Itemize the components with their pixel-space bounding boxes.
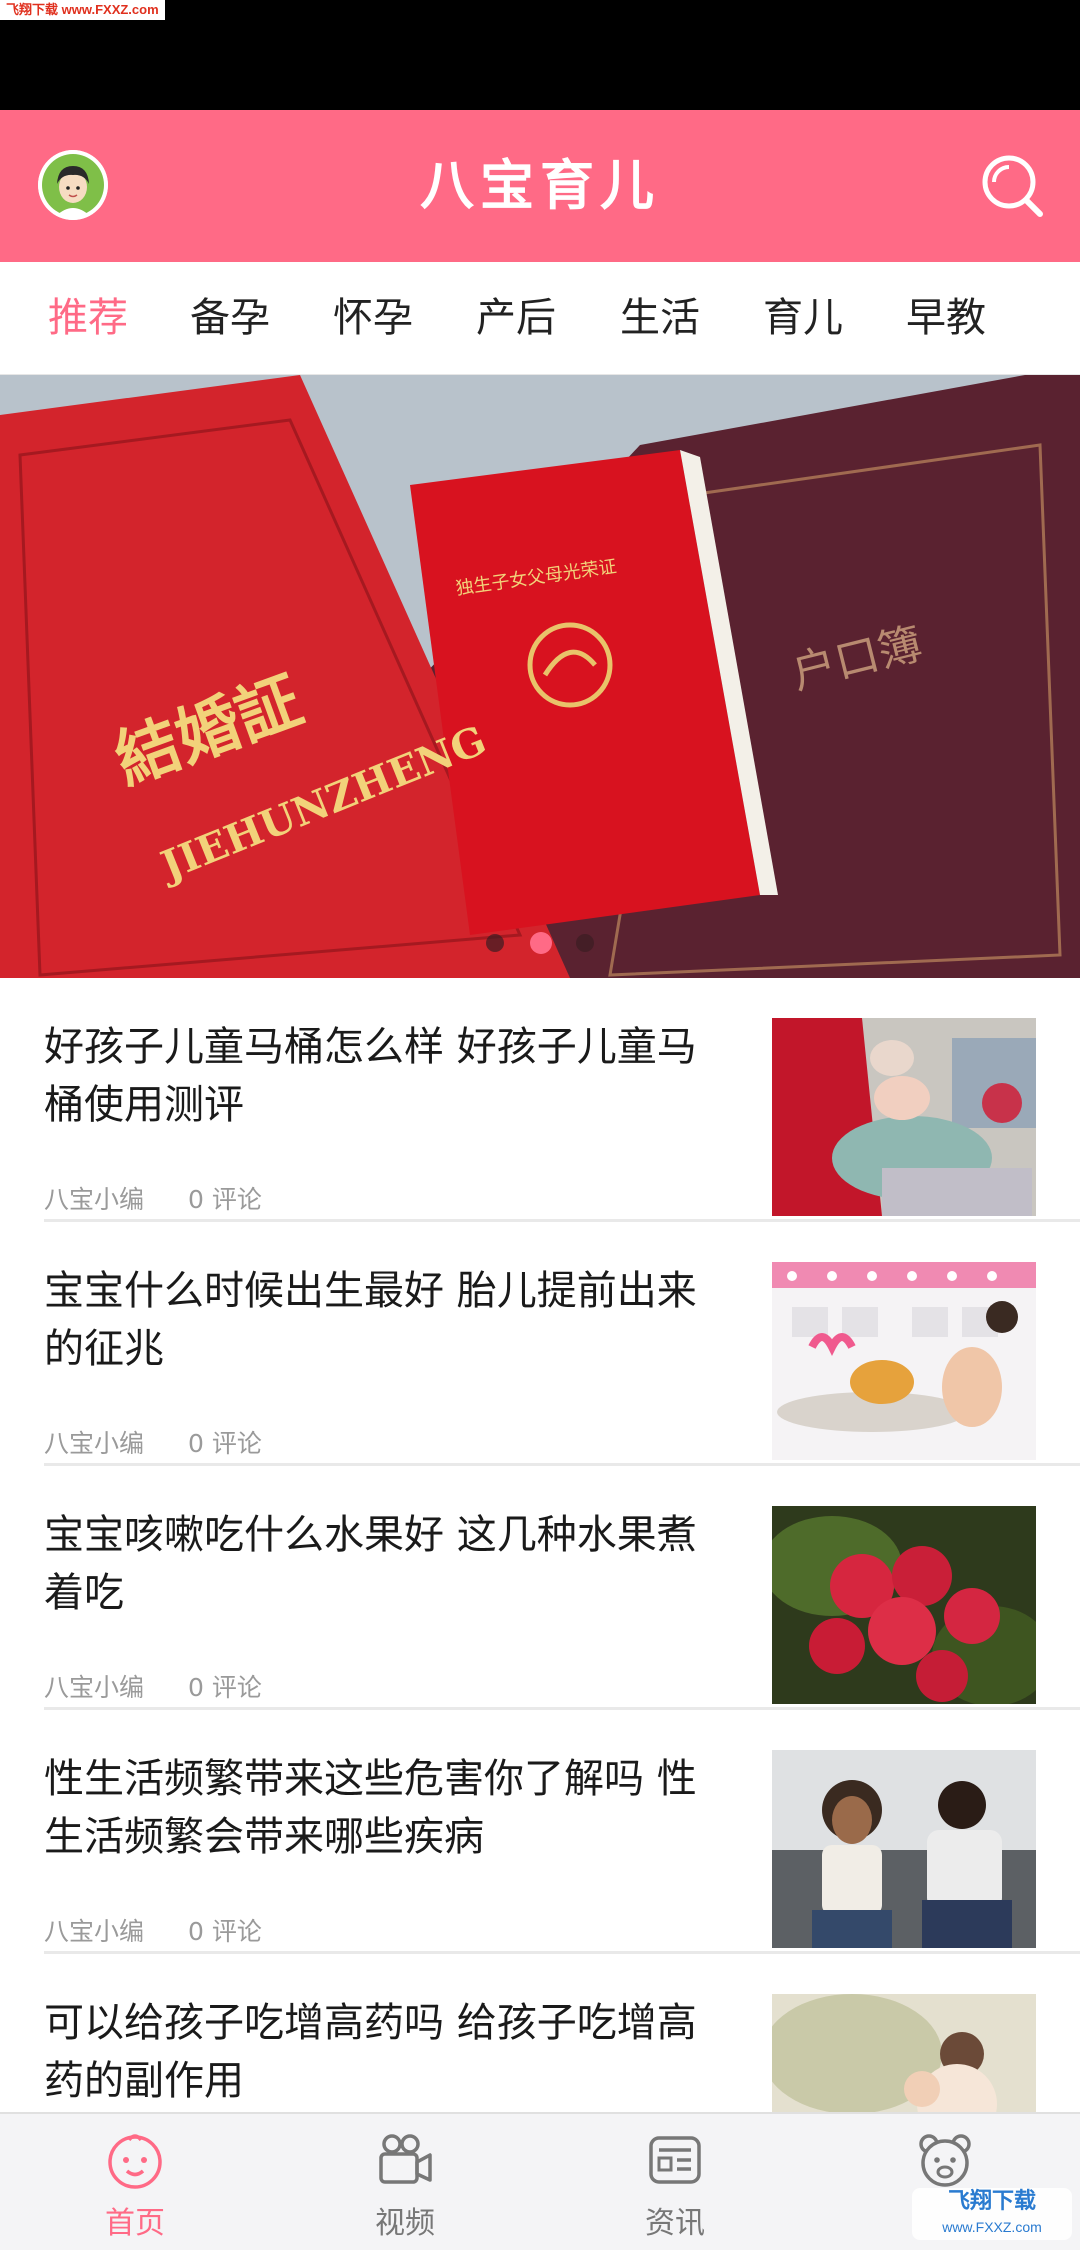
article-author: 八宝小编: [44, 1917, 145, 1946]
baby-face-icon: [108, 2134, 162, 2189]
article-comments: 0 评论: [187, 1917, 262, 1946]
article-title: 宝宝咳嗽吃什么水果好 这几种水果煮着吃: [44, 1512, 697, 1616]
article-thumbnail: [772, 1994, 1036, 2113]
article-author: 八宝小编: [44, 1673, 145, 1702]
nav-video-label: 视频: [375, 2206, 435, 2241]
video-camera-icon: [379, 2134, 432, 2184]
article-thumbnail: [772, 1262, 1036, 1460]
tab-parenting[interactable]: 育儿: [743, 262, 863, 374]
tab-life[interactable]: 生活: [600, 262, 720, 374]
article-title: 可以给孩子吃增高药吗 给孩子吃增高药的副作用: [44, 2000, 697, 2104]
tab-recommend[interactable]: 推荐: [28, 262, 148, 374]
bear-icon: [919, 2134, 971, 2187]
article-author: 八宝小编: [44, 1185, 145, 1214]
nav-video[interactable]: 视频: [270, 2114, 540, 2250]
article-comments: 0 评论: [187, 1429, 262, 1458]
article-meta: 八宝小编 0 评论: [44, 1912, 298, 1948]
article-meta: 八宝小编 0 评论: [44, 1668, 298, 1704]
list-item[interactable]: 宝宝什么时候出生最好 胎儿提前出来的征兆 八宝小编 0 评论: [0, 1222, 1080, 1466]
tab-pregnancy[interactable]: 怀孕: [313, 262, 433, 374]
search-icon: [982, 155, 1043, 217]
carousel-dots: [476, 931, 606, 955]
nav-home[interactable]: 首页: [0, 2114, 270, 2250]
article-list: 好孩子儿童马桶怎么样 好孩子儿童马桶使用测评 八宝小编 0 评论 宝宝什么时候出…: [0, 978, 1080, 2113]
app-header: 八宝育儿: [0, 110, 1080, 262]
search-button[interactable]: [978, 152, 1046, 220]
list-item[interactable]: 好孩子儿童马桶怎么样 好孩子儿童马桶使用测评 八宝小编 0 评论: [0, 978, 1080, 1222]
list-item[interactable]: 性生活频繁带来这些危害你了解吗 性生活频繁会带来哪些疾病 八宝小编 0 评论: [0, 1710, 1080, 1954]
article-author: 八宝小编: [44, 1429, 145, 1458]
category-tabs: 推荐 备孕 怀孕 产后 生活 育儿 早教: [0, 262, 1080, 375]
app-title: 八宝育儿: [420, 154, 660, 217]
banner-image: 結婚証 JIEHUNZHENG 独生子女父母光荣证 户口簿: [0, 375, 1080, 978]
news-icon: [649, 2136, 701, 2184]
article-title: 性生活频繁带来这些危害你了解吗 性生活频繁会带来哪些疾病: [44, 1756, 697, 1860]
article-thumbnail: [772, 1018, 1036, 1216]
status-bar: 飞翔下载 www.FXXZ.com: [0, 0, 1080, 110]
nav-news[interactable]: 资讯: [540, 2114, 810, 2250]
watermark-logo: 飞翔下载 www.FXXZ.com: [912, 2188, 1072, 2240]
tab-pre-pregnancy[interactable]: 备孕: [170, 262, 290, 374]
tab-postpartum[interactable]: 产后: [456, 262, 576, 374]
article-thumbnail: [772, 1750, 1036, 1948]
watermark-corner-text: 飞翔下载: [947, 2188, 1036, 2213]
carousel-dot[interactable]: [486, 934, 504, 952]
watermark-corner-sub: www.FXXZ.com: [942, 2219, 1042, 2235]
article-title: 好孩子儿童马桶怎么样 好孩子儿童马桶使用测评: [44, 1024, 697, 1128]
article-thumbnail: [772, 1506, 1036, 1704]
carousel-dot[interactable]: [576, 934, 594, 952]
nav-news-label: 资讯: [645, 2206, 705, 2241]
article-comments: 0 评论: [187, 1673, 262, 1702]
carousel-dot-active[interactable]: [530, 932, 552, 954]
tab-early-education[interactable]: 早教: [886, 262, 1006, 374]
article-title: 宝宝什么时候出生最好 胎儿提前出来的征兆: [44, 1268, 697, 1372]
banner-carousel[interactable]: 結婚証 JIEHUNZHENG 独生子女父母光荣证 户口簿: [0, 375, 1080, 978]
list-item[interactable]: 宝宝咳嗽吃什么水果好 这几种水果煮着吃 八宝小编 0 评论: [0, 1466, 1080, 1710]
article-meta: 八宝小编 0 评论: [44, 1180, 298, 1216]
article-meta: 八宝小编 0 评论: [44, 1424, 298, 1460]
article-comments: 0 评论: [187, 1185, 262, 1214]
watermark-text: 飞翔下载 www.FXXZ.com: [0, 0, 165, 20]
list-item[interactable]: 可以给孩子吃增高药吗 给孩子吃增高药的副作用: [0, 1954, 1080, 2113]
nav-home-label: 首页: [105, 2206, 165, 2241]
